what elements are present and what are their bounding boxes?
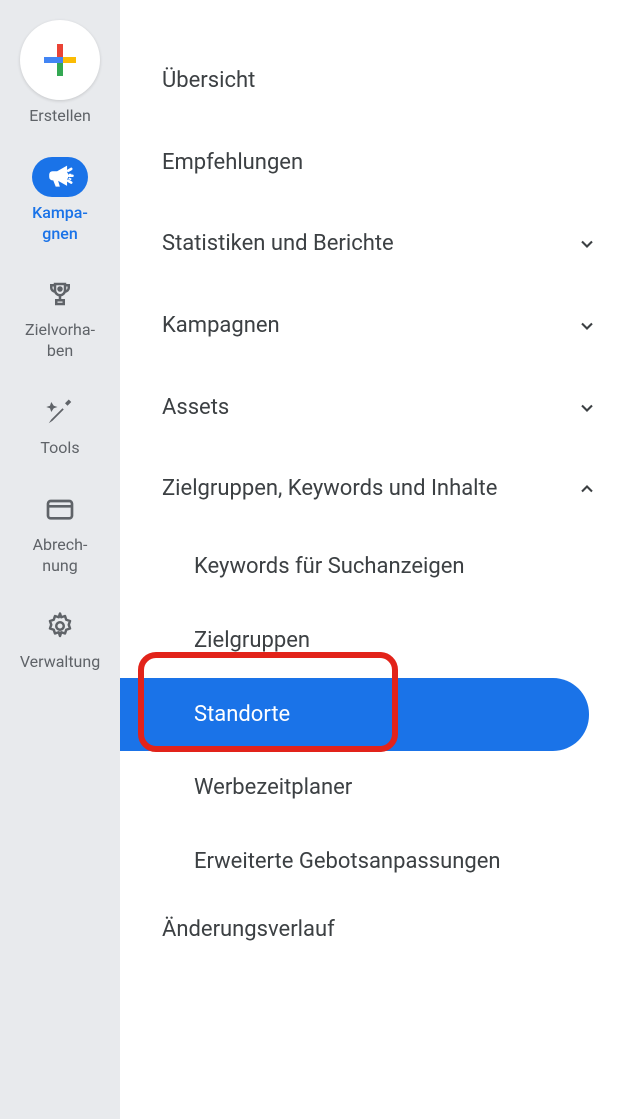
sidebar-item-tools[interactable]: Tools: [0, 392, 120, 459]
gear-icon: [32, 606, 88, 646]
submenu-item-locations[interactable]: Standorte: [120, 678, 589, 752]
menu-item-label: Empfehlungen: [162, 148, 599, 178]
sidebar-item-label: Verwaltung: [16, 652, 104, 673]
submenu-item-keywords[interactable]: Keywords für Suchanzeigen: [162, 530, 629, 604]
sidebar-item-label: Abrech- nung: [29, 535, 92, 577]
submenu-item-label: Zielgruppen: [194, 628, 310, 653]
sidebar-item-goals[interactable]: Zielvorha- ben: [0, 274, 120, 362]
menu-item-label: Übersicht: [162, 66, 599, 96]
menu-item-label: Assets: [162, 393, 575, 423]
menu-item-campaigns[interactable]: Kampagnen: [162, 285, 629, 367]
trophy-icon: [32, 274, 88, 314]
menu-item-overview[interactable]: Übersicht: [162, 40, 629, 122]
sidebar-item-label: Tools: [36, 438, 83, 459]
sidebar-item-create[interactable]: Erstellen: [0, 20, 120, 127]
chevron-up-icon: [575, 477, 599, 501]
sidebar-item-label: Erstellen: [25, 106, 95, 127]
chevron-down-icon: [575, 396, 599, 420]
megaphone-icon: [32, 157, 88, 197]
menu-item-label: Änderungsverlauf: [162, 915, 599, 945]
submenu-item-label: Erweiterte Gebotsanpassungen: [194, 849, 501, 874]
menu-item-history[interactable]: Änderungsverlauf: [162, 899, 629, 971]
sidebar-item-label: Zielvorha- ben: [21, 320, 99, 362]
chevron-down-icon: [575, 314, 599, 338]
sidebar-item-admin[interactable]: Verwaltung: [0, 606, 120, 673]
chevron-down-icon: [575, 232, 599, 256]
submenu-item-scheduler[interactable]: Werbezeitplaner: [162, 751, 629, 825]
tools-icon: [32, 392, 88, 432]
sidebar-nav: Erstellen Kampa- gnen Zielvorha- ben: [0, 0, 120, 1119]
submenu-item-audiences[interactable]: Zielgruppen: [162, 604, 629, 678]
menu-item-recommendations[interactable]: Empfehlungen: [162, 122, 629, 204]
sidebar-item-billing[interactable]: Abrech- nung: [0, 489, 120, 577]
menu-item-label: Kampagnen: [162, 311, 575, 341]
sidebar-item-campaigns[interactable]: Kampa- gnen: [0, 157, 120, 245]
submenu-item-label: Keywords für Suchanzeigen: [194, 554, 465, 579]
submenu-item-bids[interactable]: Erweiterte Gebotsanpassungen: [162, 825, 629, 899]
card-icon: [32, 489, 88, 529]
submenu-item-label: Standorte: [194, 702, 290, 727]
menu-item-stats[interactable]: Statistiken und Berichte: [162, 203, 629, 285]
sidebar-item-label: Kampa- gnen: [28, 203, 92, 245]
menu-item-label: Zielgruppen, Keywords und Inhalte: [162, 474, 575, 504]
submenu-panel: Übersicht Empfehlungen Statistiken und B…: [120, 0, 629, 1119]
menu-item-assets[interactable]: Assets: [162, 367, 629, 449]
menu-item-label: Statistiken und Berichte: [162, 229, 575, 259]
menu-item-audiences[interactable]: Zielgruppen, Keywords und Inhalte: [162, 448, 629, 530]
submenu-item-label: Werbezeitplaner: [194, 775, 352, 800]
plus-multicolor-icon: [20, 20, 100, 100]
